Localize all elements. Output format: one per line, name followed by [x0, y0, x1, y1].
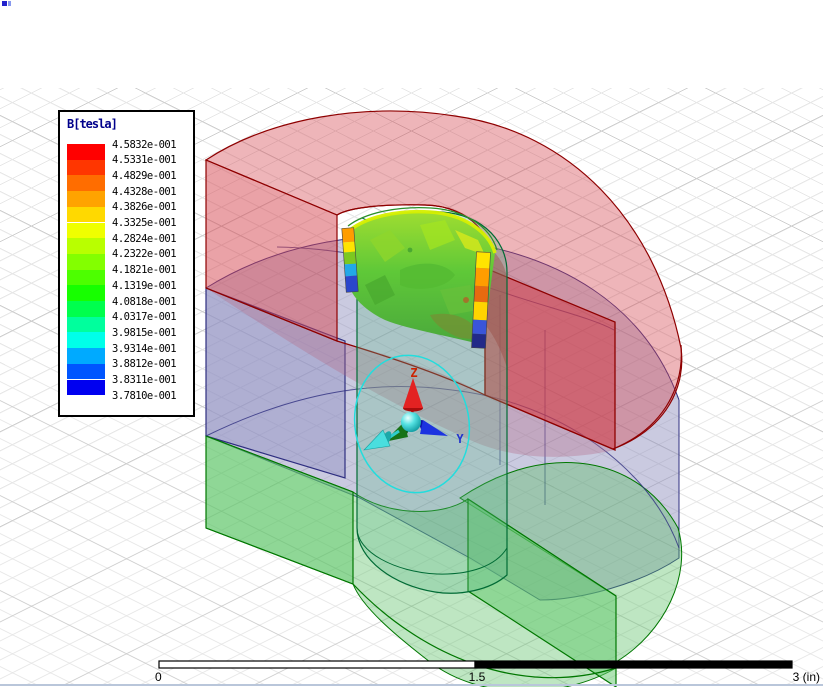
legend-color-band: [67, 160, 105, 176]
legend-value: 4.3325e-001: [112, 217, 194, 230]
scale-label-end: 3 (in): [793, 670, 820, 684]
legend-color-band: [67, 380, 105, 396]
legend-title: B[tesla]: [67, 117, 117, 131]
field-speckle: [408, 248, 413, 253]
legend-color-band: [67, 144, 105, 160]
legend-value: 4.0317e-001: [112, 311, 194, 324]
legend-color-band: [67, 301, 105, 317]
legend-color-band: [67, 317, 105, 333]
scale-ruler-white-segment: [159, 661, 475, 668]
legend-value: 4.2322e-001: [112, 248, 194, 261]
legend-color-band: [67, 348, 105, 364]
legend-color-band: [67, 364, 105, 380]
legend-color-band: [67, 254, 105, 270]
scale-label-start: 0: [155, 670, 162, 684]
legend-value: 3.9314e-001: [112, 343, 194, 356]
legend-color-band: [67, 207, 105, 223]
field-legend[interactable]: B[tesla] 4.5832e-001 4.5331e-001 4.4829e-0…: [58, 110, 195, 417]
scale-label-mid: 1.5: [469, 670, 486, 684]
legend-value: 4.4829e-001: [112, 170, 194, 183]
origin-sphere: [401, 412, 421, 432]
legend-value: 4.1319e-001: [112, 280, 194, 293]
legend-color-band: [67, 332, 105, 348]
legend-value: 4.5832e-001: [112, 139, 194, 152]
legend-value: 3.8812e-001: [112, 358, 194, 371]
legend-value: 3.9815e-001: [112, 327, 194, 340]
legend-color-band: [67, 223, 105, 239]
legend-value: 4.4328e-001: [112, 186, 194, 199]
legend-value: 3.8311e-001: [112, 374, 194, 387]
field-speckle: [463, 297, 469, 303]
legend-value: 4.5331e-001: [112, 154, 194, 167]
legend-color-band: [67, 175, 105, 191]
legend-value: 4.2824e-001: [112, 233, 194, 246]
legend-color-band: [67, 238, 105, 254]
modeler-viewport[interactable]: Z Y 0 1.5 3 (in) B[tesla] 4.5832: [0, 0, 823, 687]
scale-ruler-black-segment: [475, 661, 792, 668]
legend-color-band: [67, 270, 105, 286]
legend-value: 3.7810e-001: [112, 390, 194, 403]
legend-color-band: [67, 285, 105, 301]
z-axis-label: Z: [410, 366, 417, 380]
legend-value: 4.0818e-001: [112, 296, 194, 309]
window-bottom-border: [0, 684, 823, 686]
y-axis-label: Y: [456, 432, 464, 446]
legend-value: 4.1821e-001: [112, 264, 194, 277]
legend-color-band: [67, 191, 105, 207]
legend-value: 4.3826e-001: [112, 201, 194, 214]
